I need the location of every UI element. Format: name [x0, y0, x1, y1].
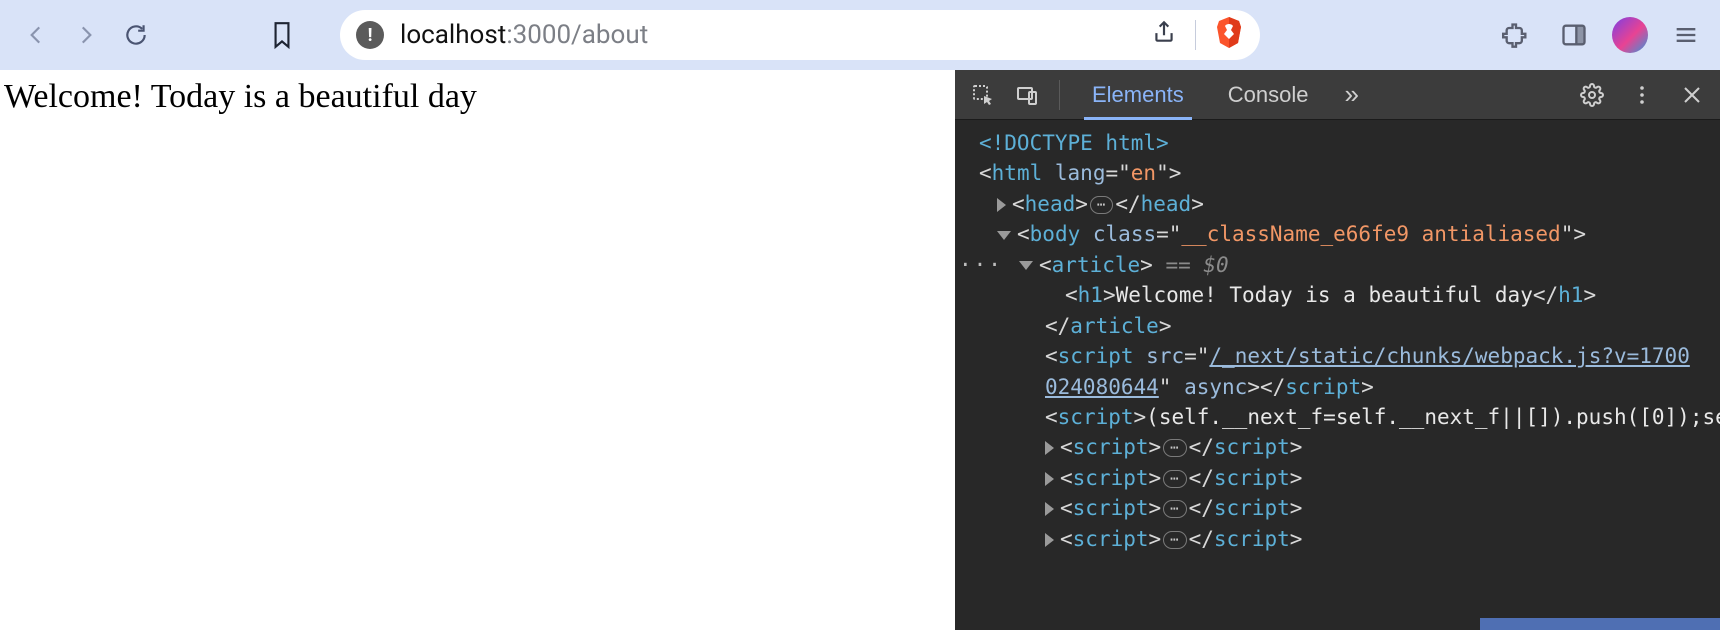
extensions-icon[interactable]: [1496, 15, 1536, 55]
url-text: localhost:3000/about: [400, 20, 1135, 50]
profile-avatar[interactable]: [1612, 17, 1648, 53]
dom-line[interactable]: <script>(self.__next_f=self.__next_f||[]…: [961, 402, 1720, 432]
tabs-overflow[interactable]: »: [1334, 79, 1368, 110]
expand-caret-icon[interactable]: [997, 198, 1006, 212]
dom-line[interactable]: <!DOCTYPE html>: [961, 128, 1720, 158]
collapsed-icon[interactable]: ⋯: [1090, 196, 1113, 214]
dom-line[interactable]: <script>⋯</script>: [961, 432, 1720, 462]
overflow-dots-icon[interactable]: ···: [959, 250, 1003, 280]
dom-line[interactable]: <script src="/_next/static/chunks/webpac…: [961, 341, 1720, 371]
collapsed-icon[interactable]: ⋯: [1163, 500, 1186, 518]
page-heading: Welcome! Today is a beautiful day: [4, 78, 951, 116]
expand-caret-icon[interactable]: [1045, 472, 1054, 486]
forward-button[interactable]: [64, 13, 108, 57]
brave-shield-icon[interactable]: [1214, 15, 1244, 56]
dom-line-selected[interactable]: ···<article> == $0: [961, 250, 1720, 280]
dom-line[interactable]: <script>⋯</script>: [961, 524, 1720, 554]
devtools-tabbar: Elements Console »: [955, 70, 1720, 120]
url-path: :3000/about: [506, 20, 648, 50]
browser-toolbar: ! localhost:3000/about: [0, 0, 1720, 70]
device-toolbar-icon[interactable]: [1009, 77, 1045, 113]
divider: [1059, 80, 1060, 110]
scrollbar-indicator[interactable]: [1480, 618, 1720, 630]
back-button[interactable]: [14, 13, 58, 57]
collapsed-icon[interactable]: ⋯: [1163, 470, 1186, 488]
kebab-menu-icon[interactable]: [1624, 77, 1660, 113]
dom-line[interactable]: <head>⋯</head>: [961, 189, 1720, 219]
settings-icon[interactable]: [1574, 77, 1610, 113]
reload-button[interactable]: [114, 13, 158, 57]
sidebar-toggle-icon[interactable]: [1554, 15, 1594, 55]
dom-line[interactable]: 024080644" async></script>: [961, 372, 1720, 402]
devtools-panel: Elements Console » <!DOCTYPE html> <html…: [955, 70, 1720, 630]
menu-button[interactable]: [1666, 15, 1706, 55]
address-bar[interactable]: ! localhost:3000/about: [340, 10, 1260, 60]
dom-line[interactable]: <script>⋯</script>: [961, 463, 1720, 493]
dom-line[interactable]: <html lang="en">: [961, 158, 1720, 188]
site-info-glyph: !: [368, 25, 373, 46]
tab-console[interactable]: Console: [1210, 70, 1327, 119]
dom-line[interactable]: <h1>Welcome! Today is a beautiful day</h…: [961, 280, 1720, 310]
dom-line[interactable]: </article>: [961, 311, 1720, 341]
collapsed-icon[interactable]: ⋯: [1163, 439, 1186, 457]
inspect-element-icon[interactable]: [965, 77, 1001, 113]
page-viewport: Welcome! Today is a beautiful day: [0, 70, 955, 630]
dom-line[interactable]: <script>⋯</script>: [961, 493, 1720, 523]
bookmark-button[interactable]: [260, 13, 304, 57]
url-host: localhost: [400, 20, 506, 50]
tab-elements[interactable]: Elements: [1074, 70, 1202, 119]
collapse-caret-icon[interactable]: [997, 231, 1011, 240]
expand-caret-icon[interactable]: [1045, 533, 1054, 547]
dom-tree[interactable]: <!DOCTYPE html> <html lang="en"> <head>⋯…: [955, 120, 1720, 630]
site-info-icon[interactable]: !: [356, 21, 384, 49]
expand-caret-icon[interactable]: [1045, 502, 1054, 516]
expand-caret-icon[interactable]: [1045, 441, 1054, 455]
collapsed-icon[interactable]: ⋯: [1163, 531, 1186, 549]
close-devtools-icon[interactable]: [1674, 77, 1710, 113]
dom-line[interactable]: <body class="__className_e66fe9 antialia…: [961, 219, 1720, 249]
share-icon[interactable]: [1151, 19, 1177, 52]
divider: [1195, 20, 1196, 50]
content-row: Welcome! Today is a beautiful day Elemen…: [0, 70, 1720, 630]
collapse-caret-icon[interactable]: [1019, 261, 1033, 270]
